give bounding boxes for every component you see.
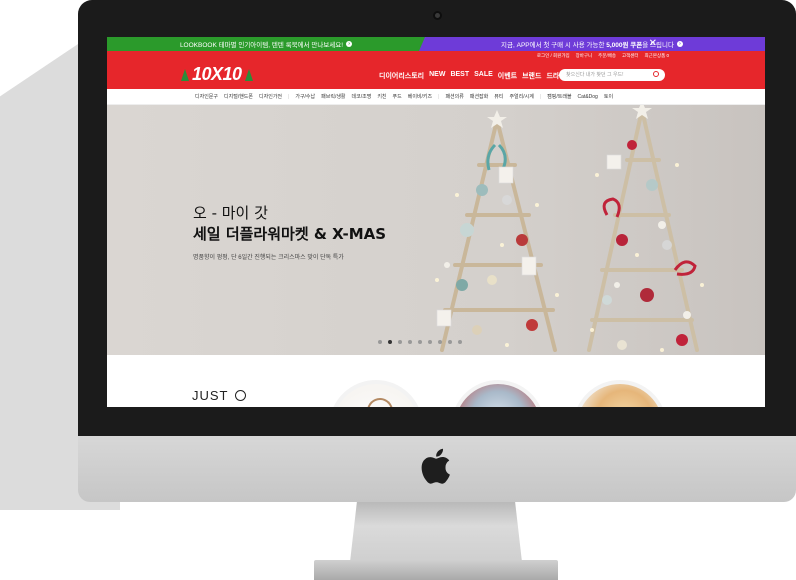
category-item[interactable]: 가구/수납 (295, 93, 315, 100)
carousel-pagination (378, 340, 462, 344)
product-thumbnail[interactable] (451, 380, 545, 407)
category-bar: 디자인문구 디지털/핸드폰 디자인가전 | 가구/수납 패브릭/생활 데코/조명… (107, 89, 765, 105)
close-icon[interactable]: ✕ (649, 38, 657, 50)
carousel-dot[interactable] (388, 340, 392, 344)
search-placeholder: 찾으신다 내가 찾던 그 우드! (566, 72, 624, 78)
promo-lookbook[interactable]: LOOKBOOK 테마별 인기아이템, 텐텐 룩북에서 만나보세요! › (107, 37, 425, 51)
browser-screen: LOOKBOOK 테마별 인기아이템, 텐텐 룩북에서 만나보세요! › 지금,… (107, 37, 765, 407)
category-divider: | (438, 93, 440, 100)
category-item[interactable]: 키친 (377, 93, 386, 100)
carousel-dot[interactable] (438, 340, 442, 344)
site-header: 로그인 / 회원가입 장바구니 주문/배송 고객센터 최근본상품 0 10X10… (107, 51, 765, 89)
section-title: JUST (192, 388, 246, 403)
category-item[interactable]: Cat&Dog (578, 94, 598, 100)
category-item[interactable]: 푸드 (393, 93, 402, 100)
category-item[interactable]: 뷰티 (494, 93, 503, 100)
arrow-icon: › (346, 41, 353, 47)
promo-app-prefix: 지금, APP에서 첫 구매 시 사용 가능한 (501, 42, 607, 49)
arrow-icon: › (676, 41, 683, 47)
monitor-base (314, 560, 558, 580)
carousel-dot[interactable] (428, 340, 432, 344)
carousel-dot[interactable] (398, 340, 402, 344)
category-divider: | (288, 93, 290, 100)
nav-brand[interactable]: 브랜드 (522, 71, 541, 81)
alarm-clock-icon (234, 390, 246, 401)
imac-mockup: LOOKBOOK 테마별 인기아이템, 텐텐 룩북에서 만나보세요! › 지금,… (0, 0, 796, 580)
category-item[interactable]: 디자인가전 (259, 93, 282, 100)
category-divider: | (539, 93, 542, 100)
hero-title-line2: 세일 더플라워마켓 & X-MAS (193, 225, 387, 243)
site-logo[interactable]: 10X10 (181, 64, 253, 85)
nav-sale[interactable]: SALE (474, 71, 493, 81)
carousel-dot[interactable] (458, 340, 462, 344)
hero-subtitle: 명품향이 펑펑, 단 6일간 진행되는 크리스마스 맞이 단독 특가 (193, 255, 344, 261)
util-recent[interactable]: 최근본상품 0 (645, 53, 669, 59)
promo-bar: LOOKBOOK 테마별 인기아이템, 텐텐 룩북에서 만나보세요! › 지금,… (107, 37, 765, 51)
promo-app-bold: 5,000원 쿠폰 (606, 42, 643, 49)
just-section: JUST (107, 355, 765, 407)
utility-links: 로그인 / 회원가입 장바구니 주문/배송 고객센터 최근본상품 0 (537, 53, 669, 59)
search-icon[interactable] (653, 71, 659, 77)
category-item[interactable]: 패션잡화 (470, 93, 488, 100)
brand-name: 10X10 (192, 64, 242, 84)
category-item[interactable]: 캠핑/트래블 (547, 93, 571, 100)
camera-icon (433, 11, 442, 20)
promo-lookbook-text: LOOKBOOK 테마별 인기아이템, 텐텐 룩북에서 만나보세요! (179, 42, 344, 49)
product-thumbnail[interactable] (573, 380, 667, 407)
category-item[interactable]: 토이 (604, 93, 613, 100)
category-item[interactable]: 주얼리/시계 (509, 93, 533, 100)
carousel-dot[interactable] (418, 340, 422, 344)
product-thumbnail[interactable] (329, 380, 423, 407)
section-title-text: JUST (192, 388, 229, 403)
util-cs[interactable]: 고객센터 (622, 53, 639, 59)
util-login[interactable]: 로그인 / 회원가입 (537, 53, 570, 59)
category-item[interactable]: 패브릭/생활 (321, 93, 345, 100)
category-item[interactable]: 패션의류 (445, 93, 463, 100)
category-item[interactable]: 베이비/키즈 (408, 93, 432, 100)
tree-icon (244, 68, 253, 81)
main-nav: 디이어리스토리 NEW BEST SALE 이벤트 브랜드 드라마존 (379, 71, 572, 81)
carousel-dot[interactable] (408, 340, 412, 344)
nav-event[interactable]: 이벤트 (498, 71, 517, 81)
category-item[interactable]: 데코/조명 (352, 93, 372, 100)
bag-icon (367, 398, 393, 407)
tree-icon (181, 68, 189, 81)
nav-diary[interactable]: 디이어리스토리 (379, 71, 424, 81)
christmas-tree-image (435, 105, 704, 352)
carousel-dot[interactable] (378, 340, 382, 344)
nav-new[interactable]: NEW (429, 71, 445, 81)
util-cart[interactable]: 장바구니 (576, 53, 593, 59)
apple-logo-icon (421, 448, 450, 484)
util-order[interactable]: 주문/배송 (598, 53, 616, 59)
category-item[interactable]: 디지털/핸드폰 (224, 93, 253, 100)
hero-title-line1: 오 - 마이 갓 (193, 204, 268, 222)
monitor-stand (350, 502, 522, 562)
carousel-dot[interactable] (448, 340, 452, 344)
category-item[interactable]: 디자인문구 (195, 93, 218, 100)
search-input[interactable]: 찾으신다 내가 찾던 그 우드! (559, 69, 665, 81)
nav-best[interactable]: BEST (450, 71, 469, 81)
hero-banner[interactable]: 오 - 마이 갓 세일 더플라워마켓 & X-MAS 명품향이 펑펑, 단 6일… (107, 105, 765, 355)
promo-app-coupon[interactable]: 지금, APP에서 첫 구매 시 사용 가능한 5,000원 쿠폰을 드립니다 … (419, 37, 765, 51)
promo-app-suffix: 을 드립니다 (642, 42, 674, 49)
